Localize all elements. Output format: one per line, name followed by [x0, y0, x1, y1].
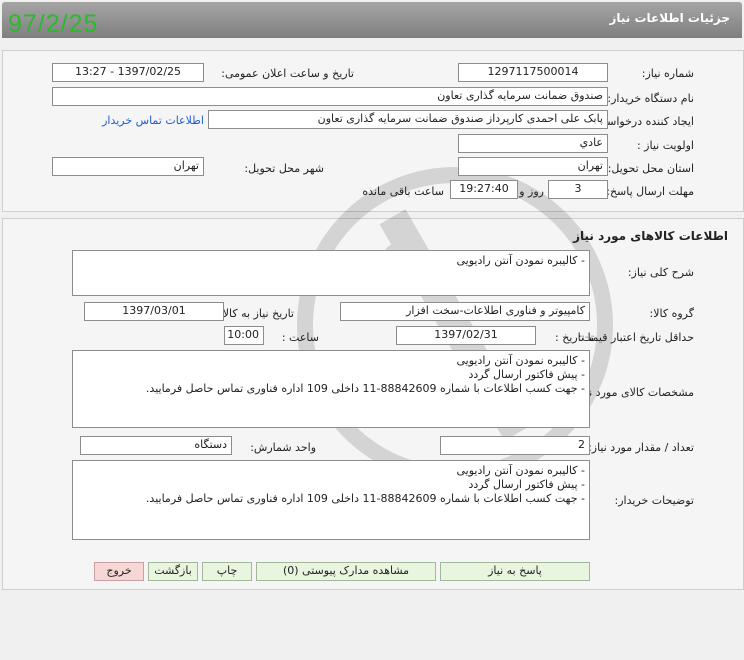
need-date-field[interactable]: 1397/03/01 — [84, 302, 224, 321]
back-button[interactable]: بازگشت — [148, 562, 198, 581]
days-and-label: روز و — [519, 185, 544, 198]
need-number-field[interactable]: 1297117500014 — [458, 63, 608, 82]
time-label: ساعت : — [281, 331, 319, 344]
group-field[interactable]: کامپیوتر و فناوری اطلاعات-سخت افزار — [340, 302, 590, 321]
until-date-label: تا تاریخ : — [555, 331, 594, 344]
page-title: جزئیات اطلاعات نیاز — [609, 11, 730, 25]
unit-field[interactable]: دستگاه — [80, 436, 232, 455]
summary-label: شرح کلی نیاز: — [627, 266, 694, 279]
specs-label: مشخصات کالای مورد نیاز: — [573, 386, 694, 399]
deadline-label: مهلت ارسال پاسخ: — [606, 185, 694, 198]
contact-info-link[interactable]: اطلاعات تماس خریدار — [102, 114, 204, 127]
buyer-org-field[interactable]: صندوق ضمانت سرمایه گذاری تعاون — [52, 87, 608, 106]
priority-field[interactable]: عادي — [458, 134, 608, 153]
notes-field[interactable]: - کالیبره نمودن آنتن رادیویی - پیش فاکتو… — [72, 460, 590, 540]
announce-field[interactable]: 1397/02/25 - 13:27 — [52, 63, 204, 82]
need-date-label: تاریخ نیاز به کالا: — [219, 307, 294, 320]
time-field[interactable]: 10:00 — [224, 326, 264, 345]
exit-button[interactable]: خروج — [94, 562, 144, 581]
attachments-button[interactable]: مشاهده مدارک پیوستی (0) — [256, 562, 436, 581]
date-stamp: 97/2/25 — [8, 10, 99, 38]
specs-line: - پیش فاکتور ارسال گردد — [468, 368, 585, 381]
unit-label: واحد شمارش: — [250, 441, 316, 454]
remaining-label: ساعت باقی مانده — [362, 185, 444, 198]
goods-section-title: اطلاعات کالاهای مورد نیاز — [573, 229, 728, 243]
print-button[interactable]: چاپ — [202, 562, 252, 581]
deadline-time-field[interactable]: 19:27:40 — [450, 180, 518, 199]
specs-line: - جهت کسب اطلاعات با شماره 88842609-11 د… — [145, 382, 585, 395]
notes-line: - کالیبره نمودن آنتن رادیویی — [456, 464, 586, 477]
validity-label: حداقل تاریخ اعتبار قیمت: — [578, 331, 694, 344]
notes-label: توضیحات خریدار: — [614, 494, 695, 507]
summary-field[interactable]: - کالیبره نمودن آنتن رادیویی — [72, 250, 590, 296]
reply-button[interactable]: پاسخ به نیاز — [440, 562, 590, 581]
quantity-label: تعداد / مقدار مورد نیاز: — [588, 441, 694, 454]
need-number-label: شماره نیاز: — [641, 67, 694, 80]
until-date-field[interactable]: 1397/02/31 — [396, 326, 536, 345]
buyer-org-label: نام دستگاه خریدار: — [607, 92, 694, 105]
notes-line: - پیش فاکتور ارسال گردد — [468, 478, 585, 491]
city-field[interactable]: تهران — [52, 157, 204, 176]
priority-label: اولویت نیاز : — [636, 139, 694, 152]
deadline-days-field[interactable]: 3 — [548, 180, 608, 199]
province-field[interactable]: تهران — [458, 157, 608, 176]
announce-label: تاریخ و ساعت اعلان عمومی: — [221, 67, 354, 80]
city-label: شهر محل تحویل: — [244, 162, 324, 175]
quantity-field[interactable]: 2 — [440, 436, 590, 455]
province-label: استان محل تحویل: — [607, 162, 694, 175]
specs-line: - کالیبره نمودن آنتن رادیویی — [456, 354, 586, 367]
specs-field[interactable]: - کالیبره نمودن آنتن رادیویی - پیش فاکتو… — [72, 350, 590, 428]
group-label: گروه کالا: — [649, 307, 694, 320]
notes-line: - جهت کسب اطلاعات با شماره 88842609-11 د… — [145, 492, 585, 505]
creator-field[interactable]: پابک علی احمدی کارپرداز صندوق ضمانت سرما… — [208, 110, 608, 129]
